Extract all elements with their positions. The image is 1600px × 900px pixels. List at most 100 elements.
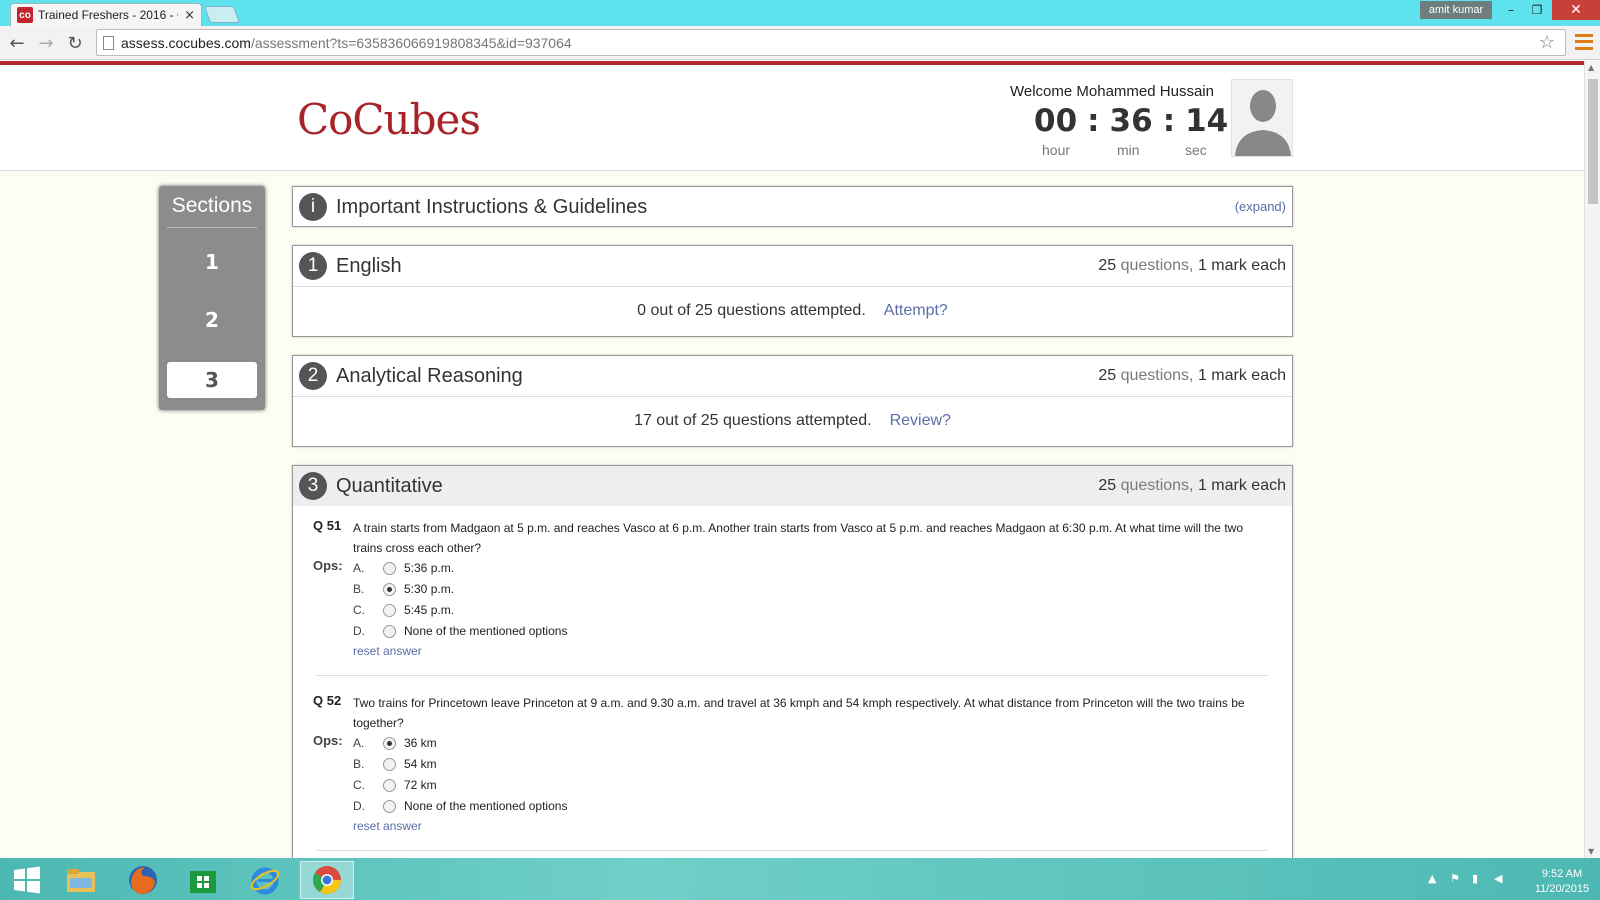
profile-badge[interactable]: amit kumar [1420,1,1492,19]
file-explorer-icon[interactable] [54,861,108,899]
question-number: Q 52 [313,693,342,708]
section-nav-2[interactable]: 2 [167,302,257,338]
scroll-down-icon[interactable]: ▼ [1588,847,1594,856]
marks-text: 1 mark each [1197,367,1286,384]
option-b[interactable]: B. 5:30 p.m. [353,579,454,599]
minimize-icon[interactable]: – [1498,0,1524,20]
welcome-text: Welcome Mohammed Hussain [1010,83,1214,100]
options-label: Ops: [313,558,343,573]
window-close-icon[interactable]: ✕ [1552,0,1600,20]
start-icon[interactable] [0,861,54,899]
reset-answer-link[interactable]: reset answer [353,819,422,833]
browser-tab[interactable]: co Trained Freshers - 2016 - C × [10,3,202,26]
chrome-menu-icon[interactable] [1575,32,1593,52]
internet-explorer-icon[interactable] [238,861,292,899]
question-count: 25 [1098,257,1117,274]
reset-answer-link[interactable]: reset answer [353,644,422,658]
attempt-status-text: 17 out of 25 questions attempted. [634,412,872,429]
action-center-flag-icon[interactable]: ⚑ [1450,872,1460,885]
option-text: 5:45 p.m. [404,603,455,617]
expand-link[interactable]: (expand) [1235,199,1286,214]
store-icon[interactable] [176,861,230,899]
question-divider [317,850,1267,851]
section-nav-3[interactable]: 3 [167,362,257,398]
firefox-icon[interactable] [116,861,170,899]
info-icon: i [299,193,327,221]
option-letter: B. [353,582,365,596]
question-52: Q 52 Two trains for Princetown leave Pri… [313,693,1273,843]
bookmark-star-icon[interactable]: ☆ [1539,32,1555,53]
option-letter: D. [353,799,365,813]
radio-button[interactable] [383,778,396,792]
address-bar[interactable]: assess.cocubes.com/assessment?ts=6358360… [96,29,1566,56]
url-host: assess.cocubes.com [121,34,251,51]
section-status: 0 out of 25 questions attempted. Attempt… [293,286,1292,335]
question-text: Two trains for Princetown leave Princeto… [353,696,1245,730]
restore-icon[interactable]: ❐ [1524,0,1550,20]
tab-title: Trained Freshers - 2016 - C [38,8,179,22]
section-nav-1[interactable]: 1 [167,244,257,280]
section-meta: 25 questions, 1 mark each [1098,257,1286,275]
page-header: CoCubes Welcome Mohammed Hussain 00 : 36… [0,65,1584,171]
tab-close-icon[interactable]: × [184,8,195,23]
radio-button[interactable] [383,757,396,771]
page-scrollbar[interactable]: ▲ ▼ [1584,61,1600,858]
cocubes-favicon-icon: co [17,7,33,23]
radio-button[interactable] [383,624,396,638]
option-letter: C. [353,778,365,792]
option-letter: A. [353,561,365,575]
timer-separator: : [1087,103,1100,139]
option-a[interactable]: A. 5:36 p.m. [353,558,454,578]
volume-icon[interactable]: ◀ [1494,872,1502,885]
system-clock[interactable]: 9:52 AM 11/20/2015 [1528,867,1596,897]
tray-chevron-icon[interactable]: ▲ [1428,872,1436,885]
options-label: Ops: [313,733,343,748]
section-number-badge: 3 [299,472,327,500]
attempt-link[interactable]: Attempt? [884,302,948,320]
network-icon[interactable]: ▮ [1472,872,1478,885]
section-title: Quantitative [336,474,443,497]
section-title: English [336,254,402,277]
marks-text: 1 mark each [1197,477,1286,494]
back-icon[interactable]: ← [6,32,28,54]
timer-separator: : [1162,103,1176,139]
avatar [1231,79,1293,157]
option-text: 5:30 p.m. [404,582,455,596]
clock-time: 9:52 AM [1541,868,1583,880]
new-tab-button[interactable] [203,6,241,23]
timer-sec-label: sec [1185,142,1207,158]
option-text: 5:36 p.m. [404,561,455,575]
option-d[interactable]: D. None of the mentioned options [353,621,567,641]
sections-sidebar: Sections 1 2 3 [159,186,265,410]
user-silhouette-icon [1235,90,1291,156]
instructions-header[interactable]: i Important Instructions & Guidelines (e… [293,187,1292,227]
url-path: /assessment?ts=635836066919808345&id=937… [250,34,572,51]
option-a[interactable]: A. 36 km [353,733,437,753]
scroll-thumb[interactable] [1588,79,1598,204]
sections-divider [167,227,257,228]
option-c[interactable]: C. 72 km [353,775,437,795]
radio-button[interactable] [383,799,396,813]
cocubes-logo[interactable]: CoCubes [297,95,481,144]
option-letter: C. [353,603,365,617]
radio-button[interactable] [383,561,396,575]
radio-button-selected[interactable] [383,582,396,596]
forward-icon[interactable]: → [35,32,57,54]
question-count: 25 [1098,367,1117,384]
chrome-icon[interactable] [300,861,354,899]
review-link[interactable]: Review? [890,412,951,430]
instructions-panel: i Important Instructions & Guidelines (e… [292,186,1293,227]
reload-icon[interactable]: ↻ [64,32,86,54]
option-d[interactable]: D. None of the mentioned options [353,796,567,816]
section-number-badge: 2 [299,362,327,390]
option-letter: B. [353,757,365,771]
section-header: 2 Analytical Reasoning 25 questions, 1 m… [293,356,1292,396]
scroll-up-icon[interactable]: ▲ [1588,63,1594,72]
option-text: 36 km [404,736,437,750]
radio-button[interactable] [383,603,396,617]
option-c[interactable]: C. 5:45 p.m. [353,600,454,620]
radio-button-selected[interactable] [383,736,396,750]
question-divider [317,675,1267,676]
section-number-badge: 1 [299,252,327,280]
option-b[interactable]: B. 54 km [353,754,437,774]
